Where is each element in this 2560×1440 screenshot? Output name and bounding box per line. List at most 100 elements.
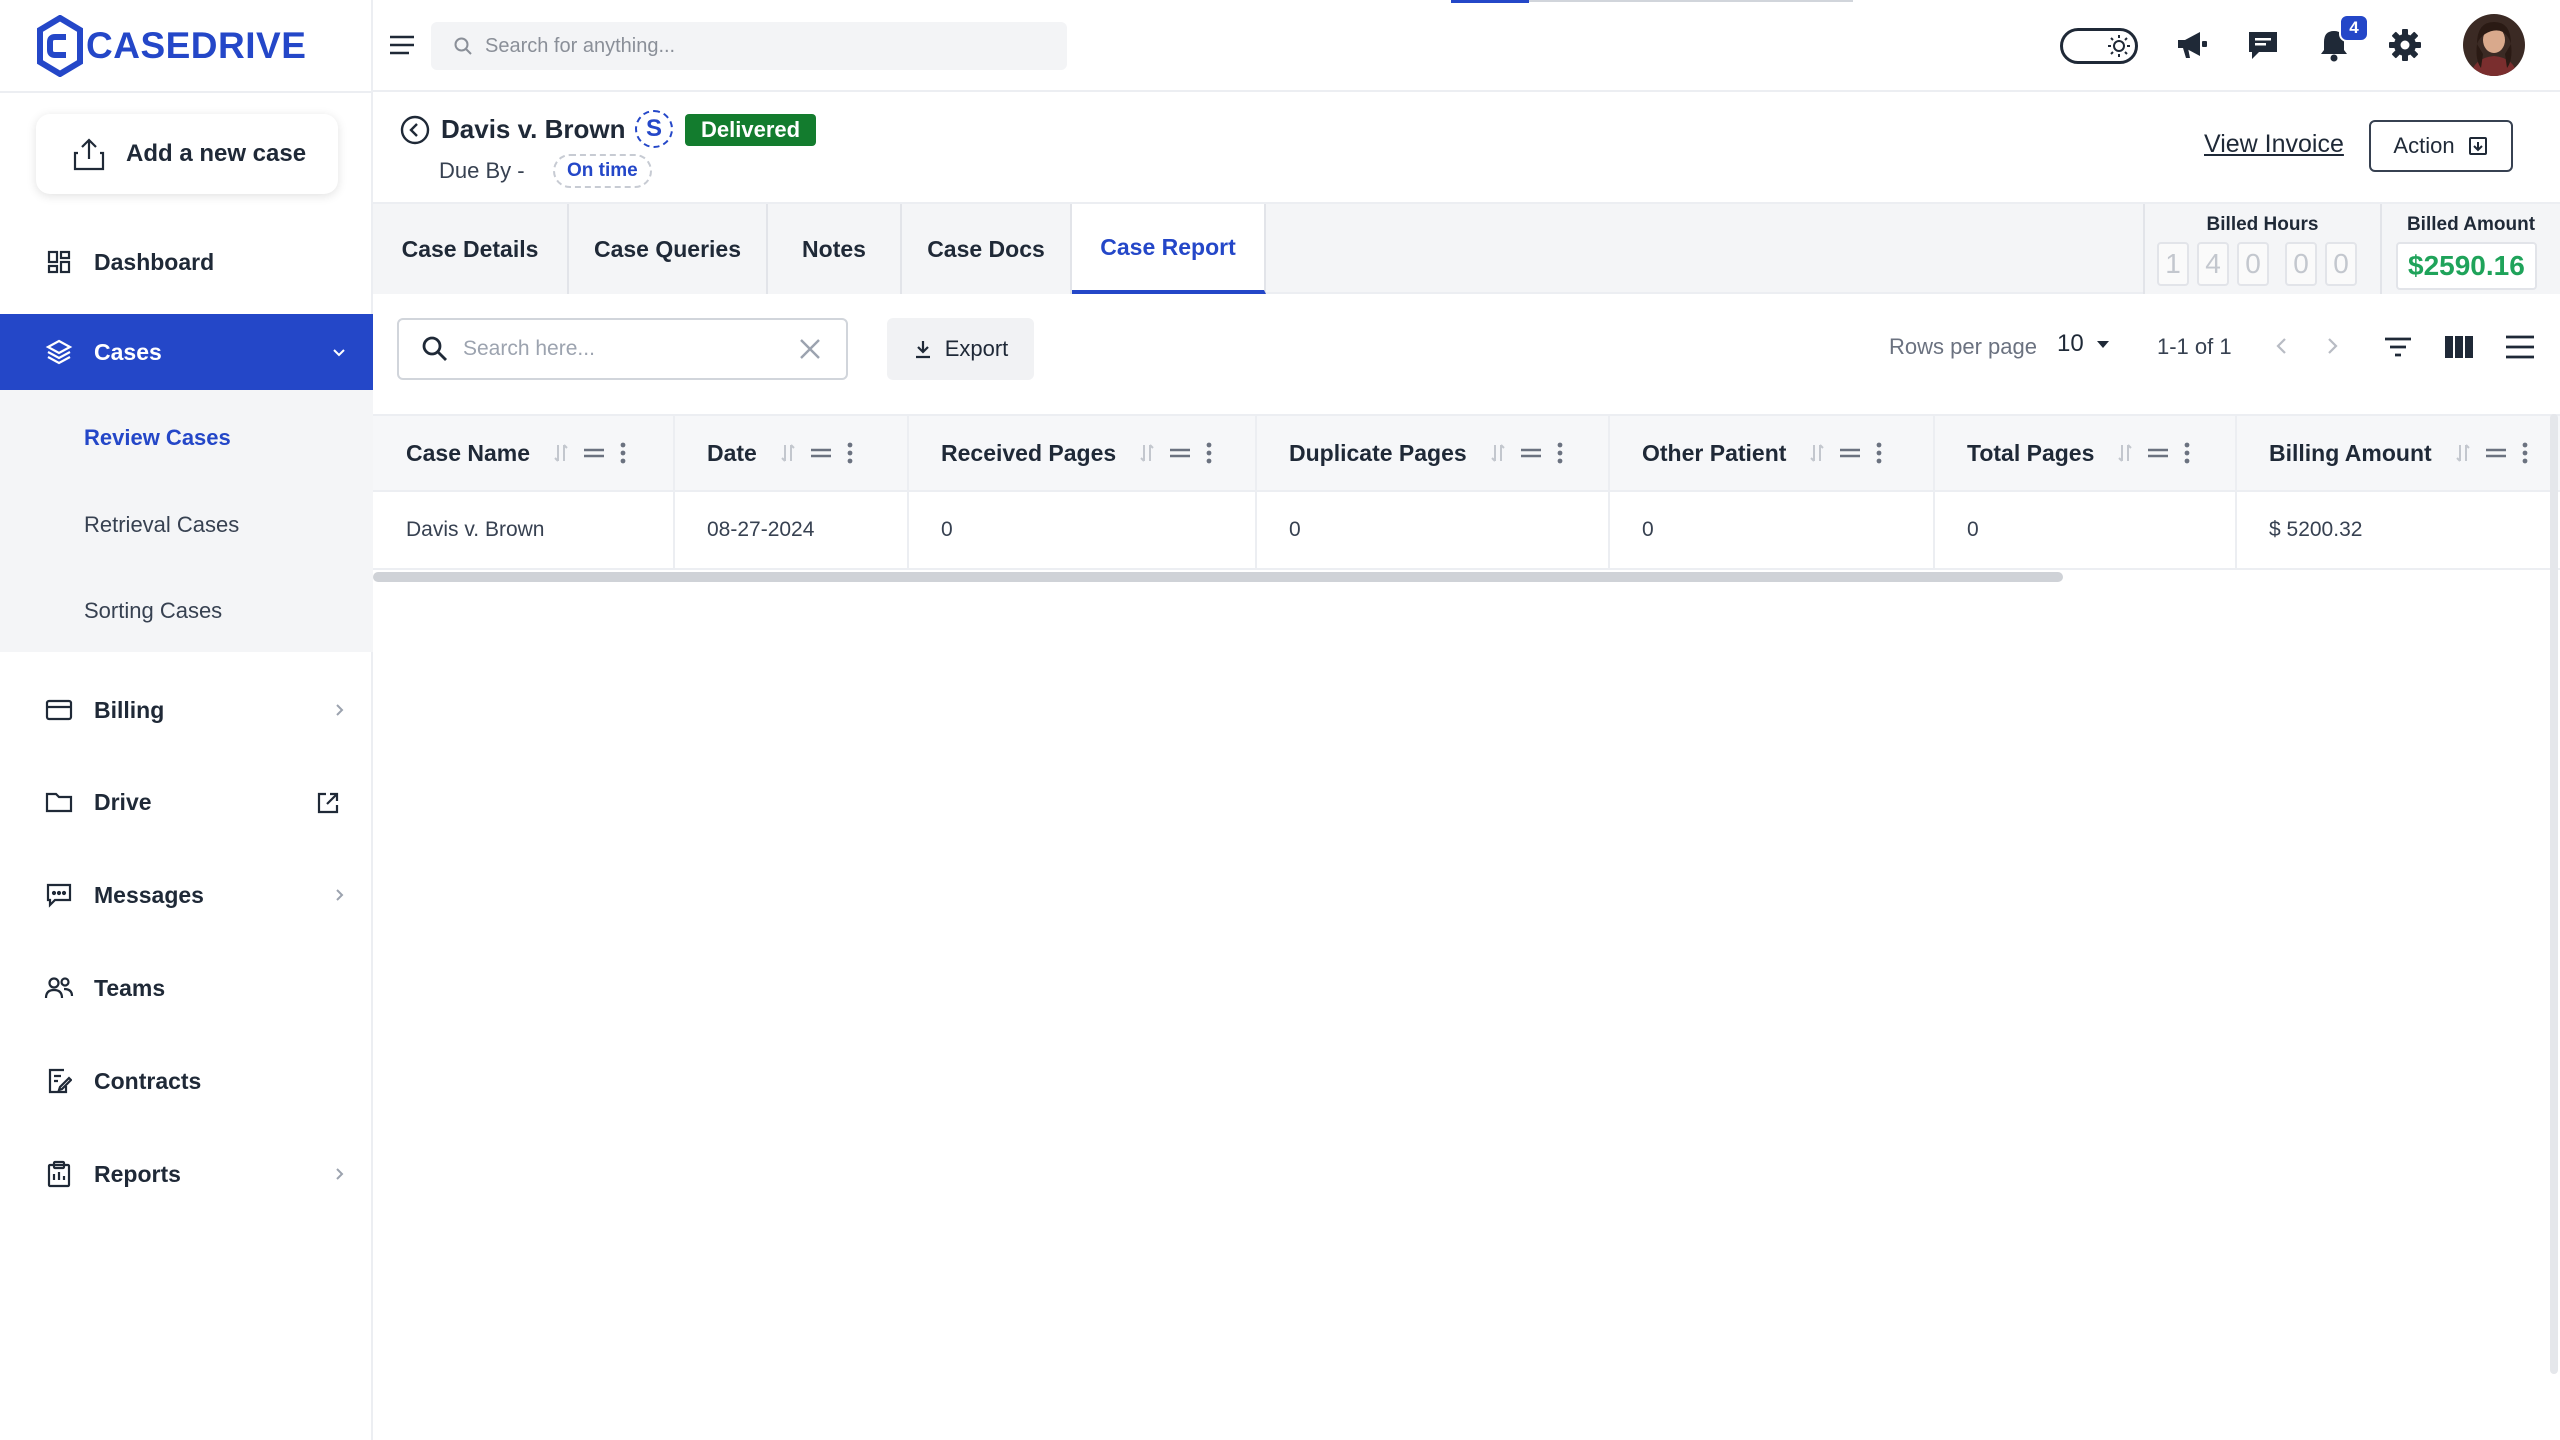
column-menu-icon[interactable] (847, 442, 853, 464)
column-header-total-pages[interactable]: Total Pages (1935, 416, 2237, 490)
team-icon (44, 973, 74, 1003)
logo-hexagon-icon (37, 15, 83, 77)
cell-billing-amount: $ 5200.32 (2269, 518, 2363, 541)
tab-case-queries[interactable]: Case Queries (569, 204, 768, 294)
vertical-scrollbar[interactable] (2550, 414, 2558, 1374)
drag-handle-icon[interactable] (2146, 445, 2170, 461)
tab-case-report[interactable]: Case Report (1072, 204, 1266, 294)
cell-total-pages: 0 (1935, 492, 2237, 568)
previous-page-icon[interactable] (2268, 332, 2296, 360)
drag-handle-icon[interactable] (2484, 445, 2508, 461)
sidebar-item-billing[interactable]: Billing (0, 672, 373, 748)
column-header-controls (1796, 442, 1882, 464)
sidebar-item-contracts[interactable]: Contracts (0, 1043, 373, 1119)
tab-case-details[interactable]: Case Details (373, 204, 569, 294)
filter-icon[interactable] (2381, 330, 2415, 364)
sort-icon[interactable] (1810, 442, 1825, 464)
table-row[interactable]: Davis v. Brown 08-27-2024 0 0 0 0 $ 5200… (373, 492, 2560, 570)
user-avatar[interactable] (2463, 14, 2525, 76)
drag-handle-icon[interactable] (582, 445, 606, 461)
next-page-icon[interactable] (2318, 332, 2346, 360)
table-search-input[interactable] (463, 337, 773, 361)
clear-search-icon[interactable] (798, 337, 822, 361)
density-icon[interactable] (2503, 330, 2537, 364)
back-arrow-icon[interactable] (399, 114, 431, 146)
add-new-case-button[interactable]: Add a new case (36, 114, 338, 194)
sidebar-item-label: Contracts (94, 1067, 202, 1094)
submenu-item-retrieval-cases[interactable]: Retrieval Cases (84, 512, 239, 538)
case-status-badge: Delivered (685, 114, 817, 146)
export-button[interactable]: Export (887, 318, 1034, 380)
submenu-item-sorting-cases[interactable]: Sorting Cases (84, 598, 222, 624)
sidebar-item-drive[interactable]: Drive (0, 764, 373, 840)
rows-per-page-select[interactable]: 10 (2057, 330, 2112, 358)
sort-icon[interactable] (781, 442, 795, 464)
submenu-item-review-cases[interactable]: Review Cases (84, 425, 231, 451)
sidebar-item-label: Cases (94, 338, 162, 365)
chat-button[interactable] (2244, 26, 2282, 64)
casedrive-logo[interactable]: CASEDRIVE (36, 14, 306, 78)
column-header-label: Case Name (406, 439, 531, 466)
assignee-initial-badge[interactable]: S (635, 110, 673, 148)
external-link-icon[interactable] (315, 790, 341, 816)
billed-amount-box: Billed Amount $2590.16 (2380, 204, 2560, 294)
column-header-received-pages[interactable]: Received Pages (909, 416, 1257, 490)
column-menu-icon[interactable] (1876, 442, 1882, 464)
action-button[interactable]: Action (2369, 120, 2513, 172)
sidebar-item-label: Drive (94, 788, 152, 815)
sidebar-item-reports[interactable]: Reports (0, 1136, 373, 1212)
drag-handle-icon[interactable] (809, 445, 833, 461)
settings-button[interactable] (2386, 26, 2424, 64)
global-search-bar[interactable] (431, 22, 1067, 70)
sort-icon[interactable] (2455, 442, 2470, 464)
case-report-table: Case Name Date Received Pages Duplicate … (373, 414, 2560, 570)
chevron-right-icon (336, 704, 344, 716)
menu-toggle-icon[interactable] (387, 32, 417, 58)
chevron-right-icon (336, 889, 344, 901)
billed-hours-digit: 4 (2197, 242, 2229, 286)
column-header-controls (2442, 442, 2528, 464)
sidebar-item-teams[interactable]: Teams (0, 950, 373, 1026)
theme-toggle[interactable] (2060, 28, 2138, 64)
column-header-other-patient[interactable]: Other Patient (1610, 416, 1935, 490)
drag-handle-icon[interactable] (1168, 445, 1192, 461)
table-search-box[interactable] (397, 318, 848, 380)
sort-icon[interactable] (1490, 442, 1505, 464)
announcements-button[interactable] (2173, 26, 2211, 64)
column-header-label: Received Pages (941, 439, 1117, 466)
sort-icon[interactable] (554, 442, 568, 464)
column-menu-icon[interactable] (1557, 442, 1563, 464)
megaphone-icon (2178, 32, 2207, 58)
column-header-controls (1126, 442, 1212, 464)
column-menu-icon[interactable] (1206, 442, 1212, 464)
columns-icon[interactable] (2442, 330, 2476, 364)
sort-icon[interactable] (1140, 442, 1154, 464)
search-icon (422, 336, 447, 361)
column-header-duplicate-pages[interactable]: Duplicate Pages (1257, 416, 1610, 490)
sidebar-item-messages[interactable]: Messages (0, 857, 373, 933)
global-search-input[interactable] (485, 34, 1045, 58)
column-header-controls (767, 442, 853, 464)
column-header-date[interactable]: Date (675, 416, 909, 490)
sidebar-item-cases[interactable]: Cases (0, 314, 373, 390)
column-menu-icon[interactable] (2184, 442, 2190, 464)
column-menu-icon[interactable] (2522, 442, 2528, 464)
billed-amount-label: Billed Amount (2406, 214, 2536, 235)
sort-icon[interactable] (2118, 442, 2133, 464)
column-menu-icon[interactable] (620, 442, 626, 464)
column-header-case-name[interactable]: Case Name (373, 416, 675, 490)
due-by-label: Due By - (439, 158, 525, 183)
drag-handle-icon[interactable] (1519, 445, 1543, 461)
column-header-billing-amount[interactable]: Billing Amount (2237, 416, 2560, 490)
cell-other-patient: 0 (1610, 492, 1935, 568)
chat-icon (2249, 32, 2277, 59)
tab-case-docs[interactable]: Case Docs (902, 204, 1072, 294)
horizontal-scrollbar[interactable] (373, 572, 2063, 582)
brand-name: CASEDRIVE (86, 25, 307, 66)
gear-icon (2389, 29, 2421, 61)
tab-notes[interactable]: Notes (768, 204, 902, 294)
sidebar-item-dashboard[interactable]: Dashboard (0, 224, 373, 300)
view-invoice-link[interactable]: View Invoice (2204, 130, 2344, 159)
drag-handle-icon[interactable] (1838, 445, 1862, 461)
billed-hours-digit: 0 (2237, 242, 2269, 286)
